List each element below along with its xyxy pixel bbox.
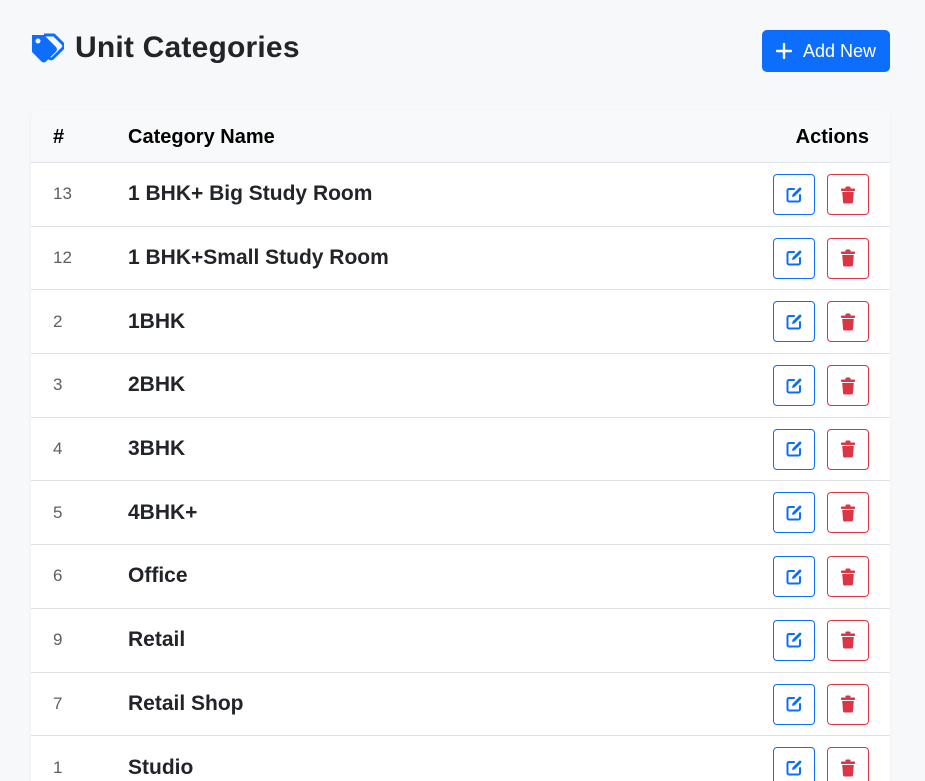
row-category-name: Retail [128,628,186,652]
trash-icon [840,631,856,649]
table-row: 3 2BHK [31,354,890,418]
row-actions [773,747,869,781]
row-actions [773,428,869,470]
row-number: 1 [53,757,63,777]
edit-icon [785,249,803,267]
trash-icon [840,695,856,713]
table-row: 13 1 BHK+ Big Study Room [31,163,890,227]
add-new-label: Add New [802,40,877,61]
row-actions [773,365,869,407]
add-new-button[interactable]: Add New [762,30,890,72]
edit-button[interactable] [773,619,815,661]
row-number: 2 [53,311,63,331]
row-actions [773,619,869,661]
trash-icon [840,504,856,522]
row-category-name: 3BHK [128,437,186,461]
row-category-name: 1BHK [128,309,186,333]
page-title: Unit Categories [75,31,300,64]
edit-button[interactable] [773,174,815,215]
row-category-name: Retail Shop [128,691,244,715]
delete-button[interactable] [827,365,869,407]
row-category-name: 2BHK [128,373,186,397]
table-row: 7 Retail Shop [31,672,890,737]
trash-icon [840,249,856,267]
delete-button[interactable] [827,237,869,279]
page: Unit Categories Add New # Category Name … [0,0,925,781]
trash-icon [840,568,856,586]
delete-button[interactable] [827,492,869,534]
edit-button[interactable] [773,301,815,343]
edit-button[interactable] [773,492,815,534]
edit-icon [785,313,803,331]
row-actions [773,492,869,534]
tags-icon [30,33,64,63]
delete-button[interactable] [827,174,869,215]
edit-icon [785,568,803,586]
row-actions [773,556,869,598]
row-category-name: Studio [128,755,194,779]
edit-button[interactable] [773,237,815,279]
row-category-name: 1 BHK+ Big Study Room [128,182,373,206]
delete-button[interactable] [827,683,869,725]
table-row: 2 1BHK [31,290,890,355]
row-actions [773,301,869,343]
column-header-number: # [53,126,65,148]
row-category-name: 1 BHK+Small Study Room [128,246,389,270]
trash-icon [840,440,856,458]
edit-button[interactable] [773,747,815,781]
table-row: 4 3BHK [31,417,890,482]
trash-icon [840,759,856,777]
row-actions [773,683,869,725]
table-row: 5 4BHK+ [31,481,890,546]
table-row: 9 Retail [31,608,890,673]
row-category-name: 4BHK+ [128,500,198,524]
row-actions [773,237,869,279]
edit-button[interactable] [773,365,815,407]
table-row: 6 Office [31,545,890,609]
table-row: 12 1 BHK+Small Study Room [31,226,890,291]
delete-button[interactable] [827,428,869,470]
row-number: 12 [53,248,72,268]
row-number: 4 [53,439,63,459]
categories-table: # Category Name Actions 13 1 BHK+ Big Stu… [31,110,890,781]
edit-button[interactable] [773,683,815,725]
delete-button[interactable] [827,556,869,598]
row-number: 3 [53,375,63,395]
delete-button[interactable] [827,619,869,661]
edit-icon [785,695,803,713]
table-header: # Category Name Actions [31,110,890,163]
title-group: Unit Categories [30,30,300,66]
edit-icon [785,440,803,458]
delete-button[interactable] [827,301,869,343]
trash-icon [840,377,856,395]
page-header: Unit Categories Add New [30,30,890,72]
row-number: 9 [53,630,63,650]
row-number: 6 [53,566,63,586]
row-number: 13 [53,184,72,204]
row-number: 7 [53,693,63,713]
delete-button[interactable] [827,747,869,781]
plus-icon [775,43,792,59]
row-category-name: Office [128,564,188,588]
edit-icon [785,504,803,522]
trash-icon [840,186,856,204]
row-actions [773,174,869,215]
trash-icon [840,313,856,331]
edit-button[interactable] [773,556,815,598]
row-number: 5 [53,502,63,522]
column-header-category-name: Category Name [128,126,275,148]
edit-icon [785,186,803,204]
edit-button[interactable] [773,428,815,470]
edit-icon [785,631,803,649]
table-body: 13 1 BHK+ Big Study Room 12 1 BHK+Small Stu… [31,163,890,781]
edit-icon [785,377,803,395]
column-header-actions: Actions [795,126,869,148]
table-row: 1 Studio [31,736,890,781]
edit-icon [785,759,803,777]
